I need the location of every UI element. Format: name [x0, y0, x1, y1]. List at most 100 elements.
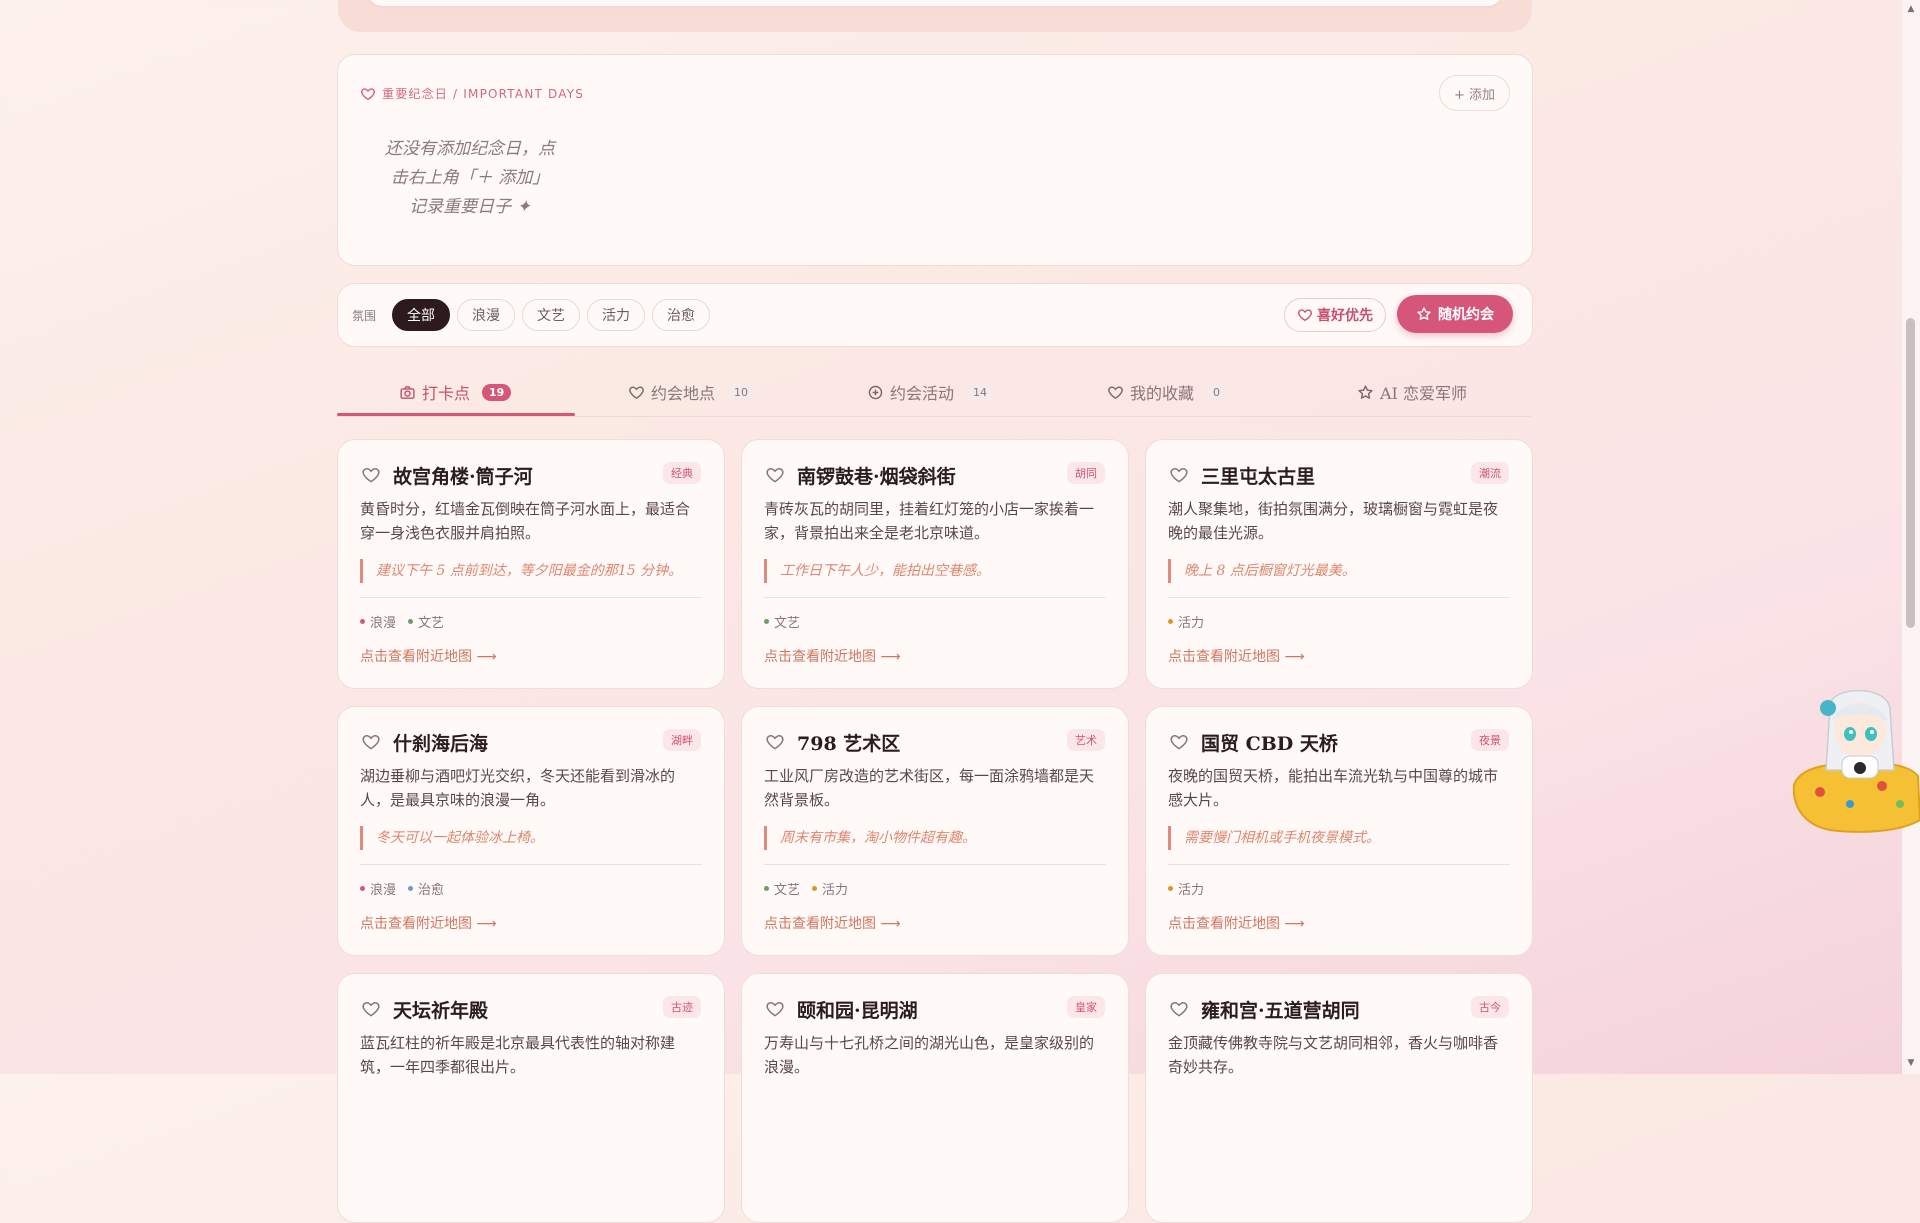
empty-line: 还没有添加纪念日，点 [385, 139, 555, 159]
nearby-map-link[interactable]: 点击查看附近地图 ⟶ [360, 913, 497, 933]
chip-active[interactable]: 活力 [587, 299, 645, 331]
tab-label: 我的收藏 [1130, 384, 1195, 403]
spot-badge: 胡同 [1067, 462, 1105, 484]
chip-all[interactable]: 全部 [392, 299, 450, 331]
tag-dot-icon [1168, 619, 1173, 624]
tag-label: 治愈 [418, 883, 445, 898]
spot-description: 黄昏时分，红墙金瓦倒映在筒子河水面上，最适合穿一身浅色衣服并肩拍照。 [360, 500, 691, 542]
spot-card[interactable]: 国贸 CBD 天桥 夜景 夜晚的国贸天桥，能拍出车流光轨与中国尊的城市感大片。 需要慢… [1145, 706, 1533, 956]
favorite-heart-icon[interactable] [765, 732, 785, 752]
favorite-heart-icon[interactable] [765, 999, 785, 1019]
favorite-heart-icon[interactable] [361, 732, 381, 752]
mood-tag: 文艺 [764, 879, 800, 898]
top-card [338, 0, 1532, 32]
favorites-first-label: 喜好优先 [1317, 308, 1373, 324]
tab-count: 0 [1206, 383, 1228, 401]
tag-label: 文艺 [774, 616, 801, 631]
tag-label: 活力 [1178, 883, 1205, 898]
spot-tip: 周末有市集，淘小物件超有趣。 [764, 826, 1104, 850]
tab-count: 10 [727, 383, 756, 401]
tab-date-places[interactable]: 约会地点 10 [628, 370, 756, 414]
filter-label: 氛围 [352, 309, 377, 323]
favorite-heart-icon[interactable] [765, 465, 785, 485]
nearby-map-link[interactable]: 点击查看附近地图 ⟶ [360, 646, 497, 666]
mascot-character-icon[interactable] [1790, 680, 1920, 850]
favorites-first-button[interactable]: 喜好优先 [1284, 298, 1386, 332]
tag-label: 文艺 [418, 616, 445, 631]
spot-card[interactable]: 雍和宫·五道营胡同 古今 金顶藏传佛教寺院与文艺胡同相邻，香火与咖啡香奇妙共存。 [1145, 973, 1533, 1223]
important-days-panel: 重要纪念日 / IMPORTANT DAYS + 添加 还没有添加纪念日，点 击… [337, 54, 1533, 266]
scrollbar-thumb[interactable] [1906, 318, 1915, 628]
tag-dot-icon [408, 886, 414, 891]
spot-title: 三里屯太古里 [1201, 466, 1316, 488]
card-divider [764, 864, 1106, 865]
tag-label: 文艺 [774, 883, 801, 898]
spot-badge: 湖畔 [663, 729, 701, 751]
active-tab-indicator [337, 413, 575, 416]
spot-title: 国贸 CBD 天桥 [1201, 733, 1338, 755]
mood-tag: 活力 [812, 879, 848, 898]
tab-my-favorites[interactable]: 我的收藏 0 [1107, 370, 1228, 414]
spot-tags: 文艺 活力 [764, 879, 848, 898]
random-date-button[interactable]: 随机约会 [1397, 295, 1513, 333]
spot-description: 万寿山与十七孔桥之间的湖光山色，是皇家级别的浪漫。 [764, 1034, 1095, 1076]
spot-title: 798 艺术区 [797, 733, 901, 755]
spot-badge: 古迹 [663, 996, 701, 1018]
star-icon [1417, 307, 1431, 320]
spot-card[interactable]: 颐和园·昆明湖 皇家 万寿山与十七孔桥之间的湖光山色，是皇家级别的浪漫。 [741, 973, 1129, 1223]
tab-date-activities[interactable]: 约会活动 14 [867, 370, 995, 414]
spot-card[interactable]: 故宫角楼·筒子河 经典 黄昏时分，红墙金瓦倒映在筒子河水面上，最适合穿一身浅色衣服并… [337, 439, 725, 689]
spot-tip: 冬天可以一起体验冰上椅。 [360, 826, 700, 850]
tag-dot-icon [408, 619, 414, 624]
tag-dot-icon [812, 886, 818, 891]
tab-checkin-spots[interactable]: 打卡点 19 [399, 370, 512, 414]
tag-dot-icon [764, 886, 769, 891]
spot-tags: 活力 [1168, 879, 1204, 898]
camera-icon [400, 385, 415, 399]
empty-line: 击右上角「＋ 添加」 [390, 168, 550, 188]
spot-card[interactable]: 三里屯太古里 潮流 潮人聚集地，街拍氛围满分，玻璃橱窗与霓虹是夜晚的最佳光源。 晚上 … [1145, 439, 1533, 689]
spot-card[interactable]: 天坛祈年殿 古迹蓝瓦红柱的祈年殿是北京最具代表性的轴对称建筑，一年四季都很出片。 [337, 973, 725, 1223]
spot-badge: 潮流 [1471, 462, 1509, 484]
add-day-button[interactable]: + 添加 [1438, 75, 1510, 111]
spot-badge: 夜景 [1471, 729, 1509, 751]
favorite-heart-icon[interactable] [1169, 999, 1189, 1019]
tab-ai-advisor[interactable]: AI 恋爱军师 [1357, 370, 1467, 414]
card-divider [1168, 597, 1510, 598]
chip-romantic[interactable]: 浪漫 [457, 299, 515, 331]
tab-label: 约会地点 [651, 384, 716, 403]
favorite-heart-icon[interactable] [1169, 465, 1189, 485]
spot-tip: 需要慢门相机或手机夜景模式。 [1168, 826, 1508, 850]
category-tabs: 打卡点 19 约会地点 10 约会活动 14 我的收藏 0 AI 恋爱军师 [337, 370, 1531, 417]
spot-description: 蓝瓦红柱的祈年殿是北京最具代表性的轴对称建筑，一年四季都很出片。 [360, 1034, 676, 1076]
mood-tag: 文艺 [408, 612, 444, 631]
spot-card[interactable]: 798 艺术区 艺术 工业风厂房改造的艺术街区，每一面涂鸦墙都是天然背景板。 周末有市… [741, 706, 1129, 956]
scroll-down-arrow-icon[interactable]: ▼ [1906, 1058, 1916, 1068]
tag-label: 活力 [822, 883, 849, 898]
tab-label: AI 恋爱军师 [1380, 384, 1467, 403]
mood-tag: 活力 [1168, 612, 1204, 631]
favorite-heart-icon[interactable] [361, 465, 381, 485]
card-divider [764, 597, 1106, 598]
nearby-map-link[interactable]: 点击查看附近地图 ⟶ [764, 646, 901, 666]
favorite-heart-icon[interactable] [1169, 732, 1189, 752]
nearby-map-link[interactable]: 点击查看附近地图 ⟶ [764, 913, 901, 933]
card-divider [360, 597, 702, 598]
spot-card[interactable]: 南锣鼓巷·烟袋斜街 胡同 青砖灰瓦的胡同里，挂着红灯笼的小店一家挨着一家，背景拍出来… [741, 439, 1129, 689]
star-icon [1358, 384, 1373, 399]
mood-tag: 浪漫 [360, 612, 396, 631]
nearby-map-link[interactable]: 点击查看附近地图 ⟶ [1168, 913, 1305, 933]
random-date-label: 随机约会 [1438, 307, 1494, 323]
spot-title: 雍和宫·五道营胡同 [1201, 1000, 1360, 1022]
scroll-up-arrow-icon[interactable]: ▲ [1906, 4, 1916, 14]
favorite-heart-icon[interactable] [361, 999, 381, 1019]
spot-tip: 晚上 8 点后橱窗灯光最美。 [1168, 559, 1508, 583]
spot-title: 天坛祈年殿 [393, 1000, 489, 1022]
chip-artsy[interactable]: 文艺 [522, 299, 580, 331]
tag-dot-icon [1168, 886, 1173, 891]
tag-dot-icon [360, 886, 365, 891]
nearby-map-link[interactable]: 点击查看附近地图 ⟶ [1168, 646, 1305, 666]
chip-healing[interactable]: 治愈 [652, 299, 710, 331]
spot-card[interactable]: 什刹海后海 湖畔 湖边垂柳与酒吧灯光交织，冬天还能看到滑冰的人，是最具京味的浪漫一角… [337, 706, 725, 956]
mood-tag: 治愈 [408, 879, 444, 898]
